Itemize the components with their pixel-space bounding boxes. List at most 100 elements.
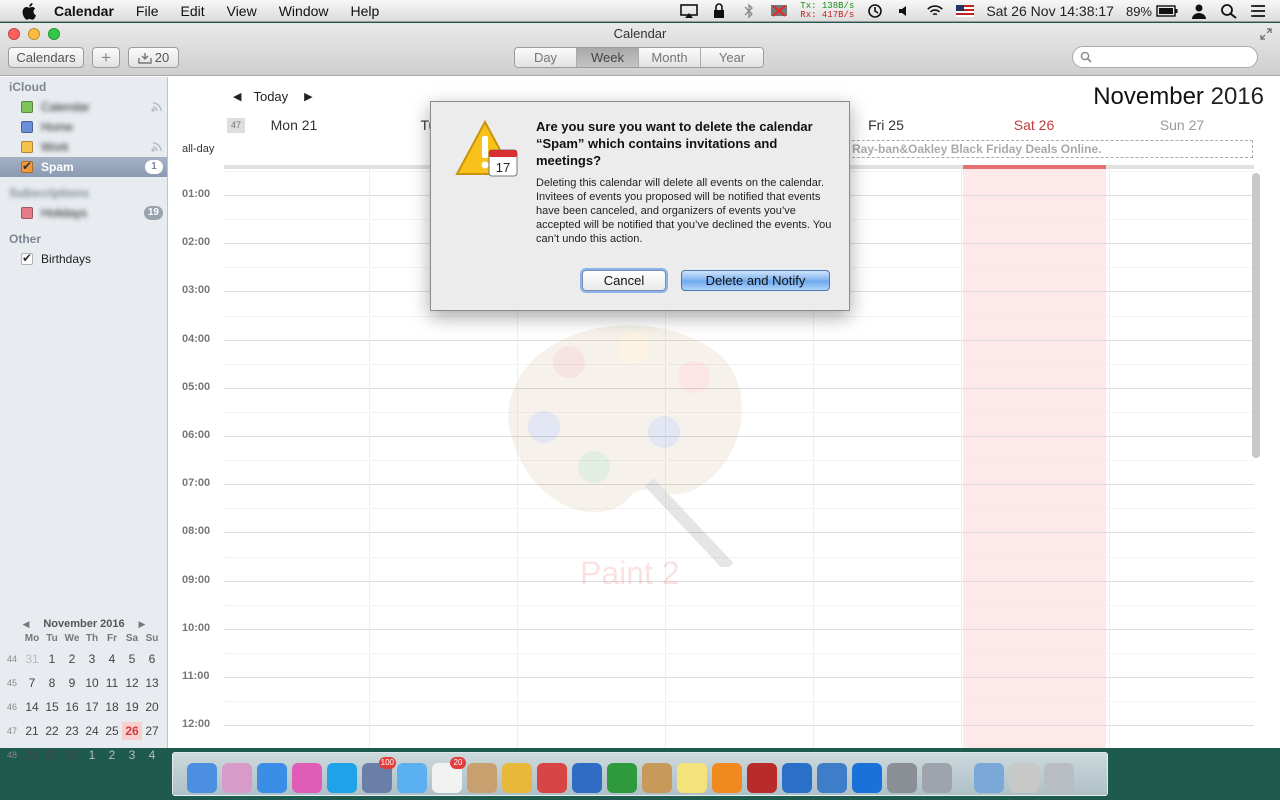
mini-calendar-day[interactable]: 20 [142,698,162,716]
sidebar-item-birthdays[interactable]: Birthdays [0,249,167,269]
photo-browser-icon[interactable] [222,763,252,793]
mini-calendar-day[interactable]: 31 [22,650,42,668]
apple-menu-icon[interactable] [20,1,40,21]
user-icon[interactable] [1190,3,1208,19]
display-disabled-icon[interactable] [770,3,788,19]
menu-window[interactable]: Window [279,3,329,19]
calendar-checkbox[interactable] [21,121,33,133]
mini-calendar-day[interactable]: 4 [142,746,162,764]
time-machine-icon[interactable] [866,3,884,19]
inbox-button[interactable]: 20 [128,47,179,68]
teamviewer-icon[interactable] [852,763,882,793]
us-flag-icon[interactable] [956,5,975,17]
mini-calendar-day[interactable]: 5 [122,650,142,668]
paint-icon[interactable] [642,763,672,793]
mini-calendar-day[interactable]: 29 [42,746,62,764]
sidebar-item-work[interactable]: Work [0,137,167,157]
mini-calendar-day[interactable]: 13 [142,674,162,692]
day-header[interactable]: Mon 21 [224,117,364,133]
mini-calendar-day[interactable]: 3 [122,746,142,764]
mini-calendar-day[interactable]: 15 [42,698,62,716]
skype-icon[interactable] [327,763,357,793]
parallels-icon[interactable] [537,763,567,793]
applications-folder-icon[interactable] [974,763,1004,793]
sidebar-item-holidays[interactable]: Holidays 19 [0,203,167,223]
mini-calendar-day[interactable]: 2 [102,746,122,764]
safari-icon[interactable] [257,763,287,793]
calendar-icon[interactable]: 20 [432,757,466,793]
menu-help[interactable]: Help [351,3,380,19]
menu-file[interactable]: File [136,3,159,19]
mini-calendar-day[interactable]: 12 [122,674,142,692]
mini-calendar-day[interactable]: 26 [122,722,142,740]
mini-calendar-prev-icon[interactable]: ◀ [16,619,36,630]
search-input[interactable] [1095,49,1250,65]
excel-icon[interactable] [607,763,637,793]
tab-day[interactable]: Day [515,48,577,67]
add-event-button[interactable]: + [92,47,120,68]
mini-calendar-day[interactable]: 14 [22,698,42,716]
trash-icon[interactable] [1044,763,1074,793]
mini-calendar-day[interactable]: 16 [62,698,82,716]
sidebar-item-home[interactable]: Home [0,117,167,137]
mini-calendar-day[interactable]: 23 [62,722,82,740]
all-day-event[interactable]: 2016 Ray-ban&Oakley Black Friday Deals O… [817,140,1253,158]
mini-calendar-day[interactable]: 3 [82,650,102,668]
tab-week[interactable]: Week [577,48,639,67]
stickies-icon[interactable] [677,763,707,793]
battery-icon[interactable] [1156,3,1178,19]
menu-edit[interactable]: Edit [180,3,204,19]
system-preferences-icon[interactable] [887,763,917,793]
airplay-icon[interactable] [680,3,699,19]
mini-calendar-day[interactable]: 1 [82,746,102,764]
mini-calendar-day[interactable]: 9 [62,674,82,692]
day-header[interactable]: Sat 26 [964,117,1104,133]
search-field[interactable] [1072,46,1258,68]
previous-week-icon[interactable]: ◀ [233,90,241,103]
spotlight-search-icon[interactable] [1220,3,1238,19]
mini-calendar-day[interactable]: 21 [22,722,42,740]
notification-center-icon[interactable] [1250,3,1268,19]
menu-view[interactable]: View [227,3,257,19]
mini-calendar-day[interactable]: 22 [42,722,62,740]
delete-and-notify-button[interactable]: Delete and Notify [681,270,830,291]
downloader-icon[interactable] [747,763,777,793]
quicktime-icon[interactable] [782,763,812,793]
vlc-icon[interactable] [712,763,742,793]
calendar-checkbox[interactable] [21,251,33,265]
mini-calendar-day[interactable]: 25 [102,722,122,740]
network-stats[interactable]: Tx: 138B/s Rx: 417B/s [800,2,854,20]
calendar-checkbox[interactable] [21,159,33,173]
word-icon[interactable] [572,763,602,793]
clock[interactable]: Sat 26 Nov 14:38:17 [986,3,1114,19]
mini-calendar-day[interactable]: 27 [142,722,162,740]
tab-month[interactable]: Month [639,48,701,67]
menu-app-name[interactable]: Calendar [54,3,114,19]
sidebar-item-calendar[interactable]: Calendar [0,97,167,117]
next-week-icon[interactable]: ▶ [304,90,312,103]
mini-calendar-day[interactable]: 11 [102,674,122,692]
calendars-button[interactable]: Calendars [8,47,84,68]
fullscreen-icon[interactable] [1260,28,1272,40]
calendar-checkbox[interactable] [21,207,33,219]
mini-calendar-day[interactable]: 17 [82,698,102,716]
sidebar-item-spam[interactable]: Spam 1 [0,157,167,177]
documents-stack-icon[interactable] [1009,763,1039,793]
mini-calendar-day[interactable]: 28 [22,746,42,764]
mini-calendar-next-icon[interactable]: ▶ [132,619,152,630]
mini-calendar-day[interactable]: 7 [22,674,42,692]
mini-calendar-day[interactable]: 4 [102,650,122,668]
mini-calendar-day[interactable]: 8 [42,674,62,692]
today-button[interactable]: Today [253,89,288,104]
mini-calendar-day[interactable]: 18 [102,698,122,716]
mini-calendar-day[interactable]: 19 [122,698,142,716]
mini-calendar-day[interactable]: 24 [82,722,102,740]
finder-icon[interactable] [187,763,217,793]
google-earth-icon[interactable] [817,763,847,793]
itunes-icon[interactable] [292,763,322,793]
battery-percent[interactable]: 89% [1126,4,1152,19]
day-header[interactable]: Sun 27 [1112,117,1252,133]
mail-stamp-icon[interactable]: 100 [362,757,396,793]
mini-calendar-day[interactable]: 1 [42,650,62,668]
mini-calendar-day[interactable]: 6 [142,650,162,668]
